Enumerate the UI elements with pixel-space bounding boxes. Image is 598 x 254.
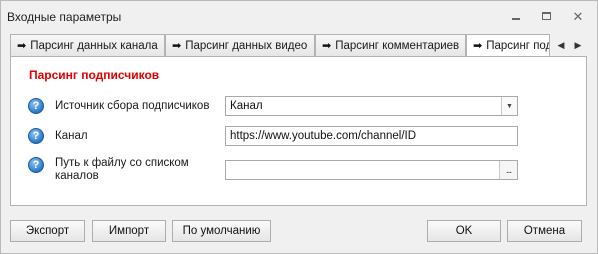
tab-comments[interactable]: ➡ Парсинг комментариев bbox=[315, 34, 466, 56]
help-icon[interactable]: ? bbox=[28, 98, 44, 114]
minimize-icon bbox=[512, 18, 520, 20]
tab-subscribers[interactable]: ➡ Парсинг подписчиков bbox=[466, 34, 550, 56]
cancel-button[interactable]: Отмена bbox=[507, 220, 582, 242]
arrow-right-icon: ➡ bbox=[172, 40, 182, 52]
file-path-label: Путь к файлу со списком каналов bbox=[55, 157, 189, 182]
maximize-button[interactable] bbox=[535, 7, 557, 25]
import-button[interactable]: Импорт bbox=[92, 220, 166, 242]
channel-input[interactable]: https://www.youtube.com/channel/ID bbox=[225, 126, 518, 146]
section-title: Парсинг подписчиков bbox=[29, 68, 160, 82]
close-icon: ✕ bbox=[572, 8, 584, 24]
title-bar[interactable]: Входные параметры ✕ bbox=[1, 1, 597, 31]
tab-label: Парсинг подписчиков bbox=[486, 39, 549, 52]
dialog-window: Входные параметры ✕ ➡ Парсинг данных кан… bbox=[0, 0, 598, 254]
tab-channel-data[interactable]: ➡ Парсинг данных канала bbox=[10, 34, 165, 56]
ok-button[interactable]: OK bbox=[427, 220, 501, 242]
browse-button[interactable]: ... bbox=[499, 161, 517, 179]
file-path-input[interactable]: ... bbox=[225, 160, 518, 180]
arrow-right-icon: ➡ bbox=[322, 40, 332, 52]
tab-scroll-right-icon[interactable]: ▶ bbox=[571, 36, 585, 54]
tab-video-data[interactable]: ➡ Парсинг данных видео bbox=[165, 34, 315, 56]
maximize-icon bbox=[541, 12, 551, 20]
export-button[interactable]: Экспорт bbox=[10, 220, 85, 242]
window-title: Входные параметры bbox=[7, 10, 122, 24]
channel-label: Канал bbox=[55, 130, 88, 142]
tab-label: Парсинг комментариев bbox=[335, 39, 460, 52]
minimize-button[interactable] bbox=[505, 7, 527, 25]
arrow-right-icon: ➡ bbox=[17, 40, 27, 52]
chevron-down-icon[interactable]: ▼ bbox=[501, 97, 517, 115]
arrow-right-icon: ➡ bbox=[473, 40, 483, 52]
source-select[interactable]: Канал ▼ bbox=[225, 96, 518, 116]
close-button[interactable]: ✕ bbox=[567, 7, 589, 25]
help-icon[interactable]: ? bbox=[28, 157, 44, 173]
tab-strip: ➡ Парсинг данных канала ➡ Парсинг данных… bbox=[10, 34, 588, 58]
tab-label: Парсинг данных видео bbox=[185, 39, 308, 52]
source-select-value: Канал bbox=[230, 100, 263, 112]
tab-scroll-left-icon[interactable]: ◀ bbox=[554, 36, 568, 54]
tab-panel: Парсинг подписчиков ? Источник сбора под… bbox=[10, 56, 587, 206]
help-icon[interactable]: ? bbox=[28, 128, 44, 144]
tab-label: Парсинг данных канала bbox=[30, 39, 158, 52]
defaults-button[interactable]: По умолчанию bbox=[172, 220, 271, 242]
source-label: Источник сбора подписчиков bbox=[55, 100, 210, 112]
